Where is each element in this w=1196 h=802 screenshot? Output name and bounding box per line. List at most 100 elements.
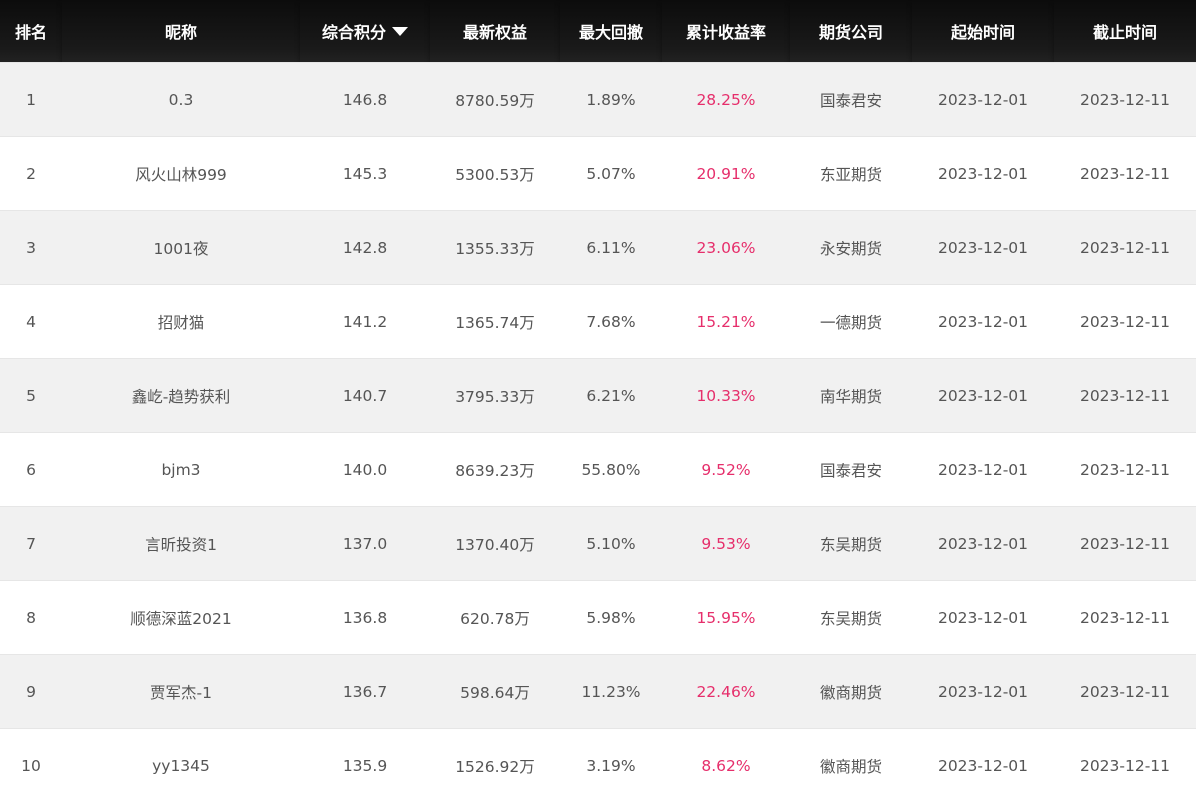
cell-nickname: 鑫屹-趋势获利 [62, 359, 300, 433]
cell-nickname: yy1345 [62, 729, 300, 802]
col-header-equity: 最新权益 [430, 0, 560, 63]
cell-return: 23.06% [662, 211, 790, 285]
cell-start-date: 2023-12-01 [912, 285, 1054, 359]
cell-start-date: 2023-12-01 [912, 137, 1054, 211]
table-row: 6bjm3140.08639.23万55.80%9.52%国泰君安2023-12… [0, 433, 1196, 507]
cell-score: 136.8 [300, 581, 430, 655]
cell-rank: 7 [0, 507, 62, 581]
cell-nickname: 言昕投资1 [62, 507, 300, 581]
cell-rank: 4 [0, 285, 62, 359]
table-row: 10yy1345135.91526.92万3.19%8.62%徽商期货2023-… [0, 729, 1196, 802]
cell-broker: 国泰君安 [790, 433, 912, 507]
cell-drawdown: 6.11% [560, 211, 662, 285]
cell-return: 28.25% [662, 63, 790, 137]
cell-score: 140.0 [300, 433, 430, 507]
cell-return: 22.46% [662, 655, 790, 729]
cell-rank: 5 [0, 359, 62, 433]
cell-nickname: 贾军杰-1 [62, 655, 300, 729]
cell-start-date: 2023-12-01 [912, 581, 1054, 655]
cell-return: 8.62% [662, 729, 790, 802]
cell-rank: 3 [0, 211, 62, 285]
cell-return: 10.33% [662, 359, 790, 433]
cell-score: 135.9 [300, 729, 430, 802]
col-header-start: 起始时间 [912, 0, 1054, 63]
table-row: 10.3146.88780.59万1.89%28.25%国泰君安2023-12-… [0, 63, 1196, 137]
cell-rank: 6 [0, 433, 62, 507]
cell-end-date: 2023-12-11 [1054, 433, 1196, 507]
cell-start-date: 2023-12-01 [912, 63, 1054, 137]
cell-score: 136.7 [300, 655, 430, 729]
cell-broker: 国泰君安 [790, 63, 912, 137]
cell-start-date: 2023-12-01 [912, 211, 1054, 285]
cell-start-date: 2023-12-01 [912, 507, 1054, 581]
cell-rank: 1 [0, 63, 62, 137]
cell-drawdown: 6.21% [560, 359, 662, 433]
cell-equity: 1365.74万 [430, 285, 560, 359]
cell-end-date: 2023-12-11 [1054, 63, 1196, 137]
cell-rank: 2 [0, 137, 62, 211]
cell-equity: 8780.59万 [430, 63, 560, 137]
col-header-end: 截止时间 [1054, 0, 1196, 63]
cell-start-date: 2023-12-01 [912, 433, 1054, 507]
cell-equity: 1370.40万 [430, 507, 560, 581]
cell-return: 9.53% [662, 507, 790, 581]
cell-equity: 8639.23万 [430, 433, 560, 507]
col-header-rank: 排名 [0, 0, 62, 63]
cell-return: 15.95% [662, 581, 790, 655]
cell-score: 145.3 [300, 137, 430, 211]
col-header-score-label: 综合积分 [322, 23, 386, 42]
cell-score: 142.8 [300, 211, 430, 285]
cell-broker: 永安期货 [790, 211, 912, 285]
cell-drawdown: 5.98% [560, 581, 662, 655]
cell-start-date: 2023-12-01 [912, 655, 1054, 729]
table-row: 4招财猫141.21365.74万7.68%15.21%一德期货2023-12-… [0, 285, 1196, 359]
cell-end-date: 2023-12-11 [1054, 137, 1196, 211]
cell-drawdown: 55.80% [560, 433, 662, 507]
cell-score: 140.7 [300, 359, 430, 433]
table-row: 2风火山林999145.35300.53万5.07%20.91%东亚期货2023… [0, 137, 1196, 211]
cell-score: 141.2 [300, 285, 430, 359]
cell-score: 146.8 [300, 63, 430, 137]
cell-nickname: 风火山林999 [62, 137, 300, 211]
cell-nickname: 0.3 [62, 63, 300, 137]
col-header-return: 累计收益率 [662, 0, 790, 63]
col-header-nickname: 昵称 [62, 0, 300, 63]
cell-end-date: 2023-12-11 [1054, 729, 1196, 802]
cell-equity: 1355.33万 [430, 211, 560, 285]
ranking-table: 排名 昵称 综合积分 最新权益 最大回撤 累计收益率 期货公司 起始时间 截止时… [0, 0, 1196, 802]
table-row: 8顺德深蓝2021136.8620.78万5.98%15.95%东吴期货2023… [0, 581, 1196, 655]
cell-return: 15.21% [662, 285, 790, 359]
cell-drawdown: 11.23% [560, 655, 662, 729]
cell-nickname: 顺德深蓝2021 [62, 581, 300, 655]
cell-broker: 东亚期货 [790, 137, 912, 211]
caret-down-icon[interactable] [392, 27, 408, 36]
cell-drawdown: 3.19% [560, 729, 662, 802]
cell-return: 9.52% [662, 433, 790, 507]
cell-drawdown: 5.07% [560, 137, 662, 211]
cell-end-date: 2023-12-11 [1054, 507, 1196, 581]
cell-end-date: 2023-12-11 [1054, 359, 1196, 433]
cell-nickname: 招财猫 [62, 285, 300, 359]
col-header-broker: 期货公司 [790, 0, 912, 63]
cell-rank: 9 [0, 655, 62, 729]
cell-nickname: 1001夜 [62, 211, 300, 285]
cell-end-date: 2023-12-11 [1054, 655, 1196, 729]
cell-equity: 3795.33万 [430, 359, 560, 433]
cell-broker: 南华期货 [790, 359, 912, 433]
cell-broker: 东吴期货 [790, 581, 912, 655]
cell-equity: 1526.92万 [430, 729, 560, 802]
cell-equity: 5300.53万 [430, 137, 560, 211]
cell-broker: 徽商期货 [790, 655, 912, 729]
cell-rank: 10 [0, 729, 62, 802]
table-header-row: 排名 昵称 综合积分 最新权益 最大回撤 累计收益率 期货公司 起始时间 截止时… [0, 0, 1196, 63]
col-header-drawdown: 最大回撤 [560, 0, 662, 63]
cell-broker: 徽商期货 [790, 729, 912, 802]
cell-drawdown: 7.68% [560, 285, 662, 359]
cell-score: 137.0 [300, 507, 430, 581]
col-header-score[interactable]: 综合积分 [300, 0, 430, 63]
table-row: 31001夜142.81355.33万6.11%23.06%永安期货2023-1… [0, 211, 1196, 285]
table-row: 7言昕投资1137.01370.40万5.10%9.53%东吴期货2023-12… [0, 507, 1196, 581]
cell-end-date: 2023-12-11 [1054, 211, 1196, 285]
cell-start-date: 2023-12-01 [912, 729, 1054, 802]
cell-broker: 东吴期货 [790, 507, 912, 581]
